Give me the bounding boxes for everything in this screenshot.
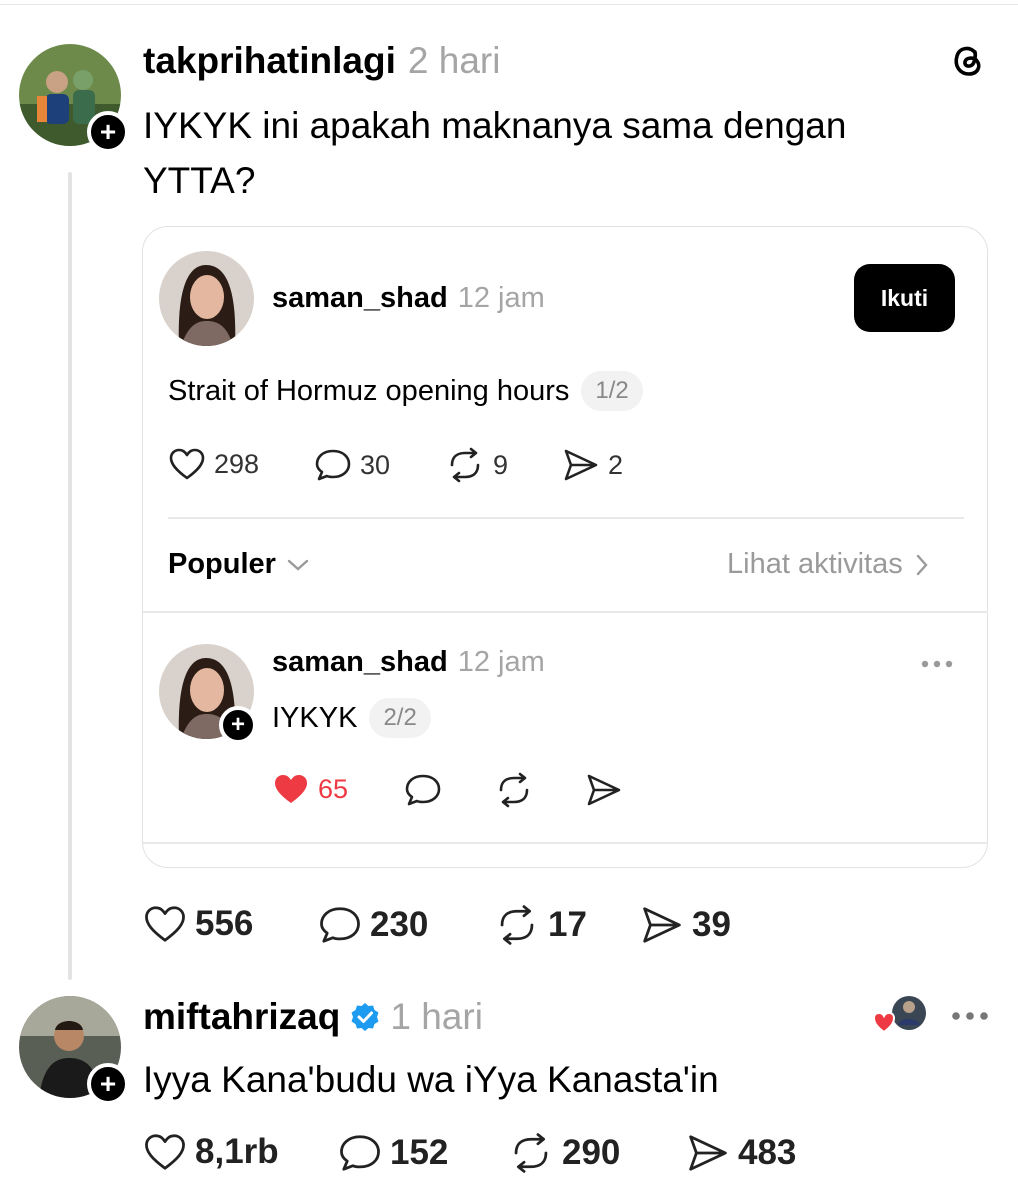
divider xyxy=(168,517,964,519)
quote-time: 12 jam xyxy=(457,282,545,314)
heart-icon xyxy=(145,906,185,942)
chevron-right-icon xyxy=(916,554,928,575)
send-icon xyxy=(643,907,681,943)
reply-button[interactable]: 30 xyxy=(314,447,390,483)
repost-icon xyxy=(514,1133,548,1173)
post-header: takprihatinlagi 2 hari xyxy=(143,40,500,82)
share-count: 39 xyxy=(692,905,731,944)
like-button[interactable]: 298 xyxy=(168,447,259,481)
divider xyxy=(143,611,988,613)
sort-label: Populer xyxy=(168,548,276,580)
comment-icon xyxy=(405,774,441,806)
like-count: 8,1rb xyxy=(195,1132,279,1171)
reply-count: 230 xyxy=(370,905,429,944)
reply-button[interactable]: 230 xyxy=(318,904,428,946)
thread-line xyxy=(68,172,72,980)
repost-button[interactable]: 9 xyxy=(445,447,508,483)
activity-label: Lihat aktivitas xyxy=(727,548,903,580)
follow-plus-icon[interactable]: + xyxy=(219,706,257,744)
quote-header: saman_shad 12 jam xyxy=(272,282,545,315)
send-icon xyxy=(689,1135,727,1171)
repost-count: 9 xyxy=(493,449,509,480)
share-count: 2 xyxy=(608,449,624,480)
repost-button[interactable] xyxy=(494,772,534,813)
heart-filled-icon xyxy=(275,775,307,803)
reply-header: saman_shad 12 jam xyxy=(272,646,545,679)
more-options-icon[interactable] xyxy=(950,1009,990,1027)
reply-count: 30 xyxy=(360,449,391,480)
comment-username[interactable]: miftahrizaq xyxy=(143,996,340,1038)
quote-body: Strait of Hormuz opening hours 1/2 xyxy=(168,371,643,411)
like-button[interactable]: 65 xyxy=(272,772,348,806)
comment-time: 1 hari xyxy=(390,996,483,1037)
comment-icon xyxy=(340,1135,380,1171)
comment-icon xyxy=(315,449,351,481)
comment-header: miftahrizaq 1 hari xyxy=(143,996,483,1038)
quote-text: Strait of Hormuz opening hours xyxy=(168,374,570,407)
repost-button[interactable]: 17 xyxy=(494,904,587,946)
post-text: IYKYK ini apakah maknanya sama dengan YT… xyxy=(143,105,847,201)
reply-button[interactable] xyxy=(404,772,442,813)
like-count: 556 xyxy=(195,904,254,943)
repost-button[interactable]: 290 xyxy=(508,1132,620,1174)
quote-username[interactable]: saman_shad xyxy=(272,282,448,315)
reply-button[interactable]: 152 xyxy=(338,1132,448,1174)
share-button[interactable]: 2 xyxy=(562,447,623,483)
comment-icon xyxy=(320,907,360,943)
repost-count: 17 xyxy=(548,905,587,944)
chevron-down-icon xyxy=(287,559,309,571)
avatar[interactable] xyxy=(159,251,254,346)
repost-icon xyxy=(500,905,534,945)
send-icon xyxy=(564,449,598,481)
thread-counter-badge: 1/2 xyxy=(581,371,643,411)
top-divider xyxy=(0,4,1018,5)
repost-icon xyxy=(450,447,480,483)
repost-count: 290 xyxy=(562,1133,621,1172)
follow-plus-icon[interactable]: + xyxy=(87,111,129,153)
like-count: 298 xyxy=(214,448,260,479)
more-options-icon[interactable] xyxy=(920,656,954,674)
reply-count: 152 xyxy=(390,1133,449,1172)
send-icon xyxy=(587,774,621,806)
heart-icon xyxy=(145,1134,185,1170)
repost-icon xyxy=(499,772,529,808)
sort-dropdown[interactable]: Populer xyxy=(168,548,310,581)
post-username[interactable]: takprihatinlagi xyxy=(143,40,396,82)
reply-text: IYKYK xyxy=(272,701,358,734)
post-time: 2 hari xyxy=(407,40,501,81)
share-button[interactable] xyxy=(585,772,623,813)
verified-badge-icon xyxy=(351,1003,379,1031)
view-activity-link[interactable]: Lihat aktivitas xyxy=(727,548,929,581)
like-button[interactable]: 556 xyxy=(143,904,253,944)
follow-plus-icon[interactable]: + xyxy=(87,1063,129,1105)
share-count: 483 xyxy=(738,1133,797,1172)
like-count: 65 xyxy=(318,773,349,804)
divider xyxy=(143,842,988,844)
like-button[interactable]: 8,1rb xyxy=(143,1132,279,1172)
reply-username[interactable]: saman_shad xyxy=(272,646,448,679)
thread-counter-badge: 2/2 xyxy=(369,698,431,738)
share-button[interactable]: 483 xyxy=(686,1132,796,1174)
liked-by-author-indicator xyxy=(872,995,928,1035)
follow-button[interactable]: Ikuti xyxy=(854,264,955,332)
share-button[interactable]: 39 xyxy=(640,904,731,946)
comment-text: Iyya Kana'budu wa iYya Kanasta'in xyxy=(143,1059,719,1100)
reply-body: IYKYK 2/2 xyxy=(272,698,431,738)
reply-time: 12 jam xyxy=(457,646,545,678)
heart-icon xyxy=(169,448,205,480)
threads-logo-icon[interactable] xyxy=(948,40,988,80)
